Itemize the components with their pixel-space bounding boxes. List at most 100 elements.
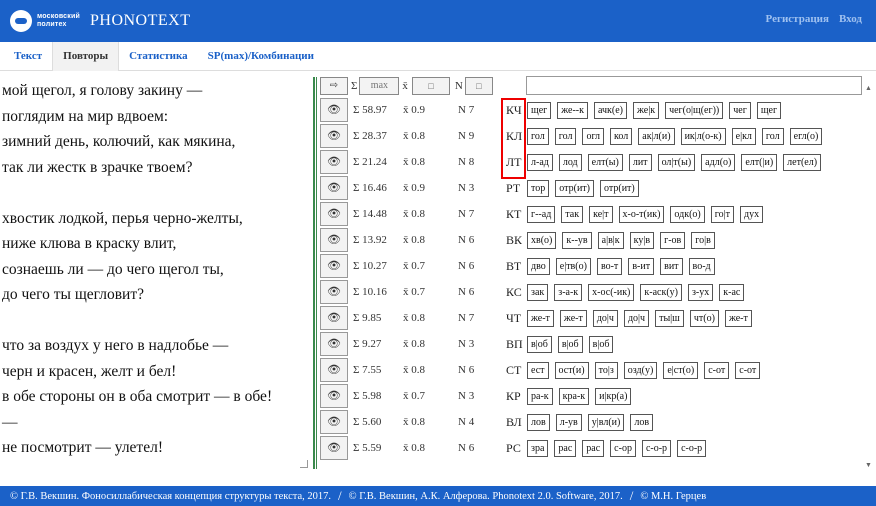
repeat-chip[interactable]: и|кр(а) <box>595 387 632 405</box>
repeat-chip[interactable]: л-ад <box>527 153 553 171</box>
repeat-chip[interactable]: дух <box>739 205 764 223</box>
repeat-chip[interactable]: к-ас <box>719 283 745 301</box>
eye-icon[interactable]: 👁 <box>320 150 348 174</box>
repeat-chip[interactable]: ра-к <box>527 387 553 405</box>
tab-text[interactable]: Текст <box>4 42 52 71</box>
repeat-chip[interactable]: дво <box>527 257 550 275</box>
repeat-chip[interactable]: чег <box>729 101 751 119</box>
n-sort-button[interactable]: □ <box>464 77 493 95</box>
tab-repeats[interactable]: Повторы <box>52 42 120 71</box>
repeat-chip[interactable]: так <box>561 205 584 223</box>
repeat-chip[interactable]: егл(о) <box>789 127 823 145</box>
repeat-chip[interactable]: кол <box>610 127 633 145</box>
repeat-chip[interactable]: к--ув <box>562 231 592 249</box>
repeat-chip[interactable]: ик|л(о-к) <box>680 127 726 145</box>
register-link[interactable]: Регистрация <box>766 13 829 25</box>
repeat-chip[interactable]: рас <box>582 439 605 457</box>
repeat-chip[interactable]: з-ух <box>687 283 714 301</box>
repeat-chip[interactable]: го|т <box>710 205 734 223</box>
repeat-chip[interactable]: г--ад <box>527 205 556 223</box>
tab-statistics[interactable]: Статистика <box>119 42 198 71</box>
repeat-chip[interactable]: лов <box>527 413 550 431</box>
repeat-chip[interactable]: же-т <box>527 309 554 327</box>
eye-icon[interactable]: 👁 <box>320 306 348 330</box>
repeat-chip[interactable]: же--к <box>557 101 588 119</box>
repeat-chip[interactable]: лод <box>558 153 582 171</box>
eye-icon[interactable]: 👁 <box>320 176 348 200</box>
repeat-chip[interactable]: до|ч <box>592 309 618 327</box>
repeat-chip[interactable]: с-ор <box>610 439 636 457</box>
poem-text-area[interactable]: мой щегол, я голову закину — поглядим на … <box>2 78 312 470</box>
repeat-chip[interactable]: во-д <box>688 257 715 275</box>
max-sort-button[interactable]: max <box>359 77 400 95</box>
eye-icon[interactable]: 👁 <box>320 384 348 408</box>
repeat-chip[interactable]: а|в|к <box>597 231 624 249</box>
repeat-chip[interactable]: ты|ш <box>655 309 684 327</box>
repeat-chip[interactable]: г-ов <box>660 231 686 249</box>
repeat-chip[interactable]: с-о-р <box>641 439 672 457</box>
eye-icon[interactable]: 👁 <box>320 436 348 460</box>
repeat-chip[interactable]: то|з <box>594 361 618 379</box>
repeat-chip[interactable]: е|тв(о) <box>555 257 591 275</box>
repeat-chip[interactable]: ест <box>527 361 549 379</box>
repeat-chip[interactable]: елт(|и) <box>741 153 778 171</box>
panel-divider[interactable] <box>313 77 317 469</box>
repeat-chip[interactable]: ку|в <box>629 231 655 249</box>
repeat-chip[interactable]: рас <box>554 439 577 457</box>
tab-sp-max-combinations[interactable]: SP(max)/Комбинации <box>198 42 324 71</box>
eye-icon[interactable]: 👁 <box>320 280 348 304</box>
repeat-chip[interactable]: е|ст(о) <box>663 361 699 379</box>
repeat-chip[interactable]: во-т <box>596 257 623 275</box>
polytech-logo[interactable]: московский политех <box>10 10 80 32</box>
repeat-chip[interactable]: же|к <box>633 101 660 119</box>
repeat-chip[interactable]: с-от <box>735 361 761 379</box>
repeat-chip[interactable]: до|ч <box>623 309 650 327</box>
repeat-chip[interactable]: е|кл <box>731 127 756 145</box>
avg-sort-button[interactable]: □ <box>411 77 450 95</box>
repeat-chip[interactable]: кра-к <box>558 387 590 405</box>
repeat-chip[interactable]: в|об <box>588 335 614 353</box>
app-name[interactable]: PHONOTEXT <box>90 12 191 30</box>
repeat-chip[interactable]: же-т <box>559 309 587 327</box>
login-link[interactable]: Вход <box>839 13 862 25</box>
repeat-chip[interactable]: гол <box>527 127 549 145</box>
repeat-chip[interactable]: зак <box>527 283 549 301</box>
repeat-chip[interactable]: лет(ел) <box>783 153 822 171</box>
repeat-chip[interactable]: ост(и) <box>554 361 589 379</box>
repeat-chip[interactable]: х-ос(-ик) <box>588 283 635 301</box>
repeat-chip[interactable]: ол|т(ы) <box>657 153 696 171</box>
resize-handle[interactable] <box>300 460 308 468</box>
repeat-chip[interactable]: гол <box>761 127 784 145</box>
repeat-chip[interactable]: ак|л(и) <box>638 127 675 145</box>
eye-icon[interactable]: 👁 <box>320 410 348 434</box>
eye-icon[interactable]: 👁 <box>320 124 348 148</box>
repeat-chip[interactable]: озд(у) <box>623 361 658 379</box>
eye-icon[interactable]: 👁 <box>320 202 348 226</box>
repeat-chip[interactable]: елт(ы) <box>587 153 623 171</box>
eye-icon[interactable]: 👁 <box>320 254 348 278</box>
repeat-chip[interactable]: гол <box>554 127 577 145</box>
repeat-chip[interactable]: ке|т <box>589 205 613 223</box>
repeat-chip[interactable]: лит <box>628 153 652 171</box>
repeat-chip[interactable]: огл <box>582 127 605 145</box>
repeat-chip[interactable]: з-а-к <box>554 283 583 301</box>
repeat-chip[interactable]: с-о-р <box>677 439 707 457</box>
repeat-chip[interactable]: в|об <box>557 335 583 353</box>
repeat-chip[interactable]: же-т <box>724 309 752 327</box>
repeat-chip[interactable]: отр(ит) <box>555 179 594 197</box>
repeat-chip[interactable]: к-аск(у) <box>640 283 682 301</box>
repeat-chip[interactable]: чт(о) <box>689 309 719 327</box>
repeat-chip[interactable]: го|в <box>691 231 715 249</box>
repeat-chip[interactable]: в-ит <box>628 257 655 275</box>
repeat-chip[interactable]: у|вл(и) <box>587 413 625 431</box>
repeat-chip[interactable]: щег <box>756 101 782 119</box>
repeat-chip[interactable]: лов <box>630 413 654 431</box>
repeat-chip[interactable]: тор <box>527 179 550 197</box>
repeat-chip[interactable]: чег(о|щ(ег)) <box>665 101 724 119</box>
repeat-chip[interactable]: ачк(е) <box>593 101 628 119</box>
eye-icon[interactable]: 👁 <box>320 358 348 382</box>
repeat-chip[interactable]: одк(о) <box>670 205 705 223</box>
eye-icon[interactable]: 👁 <box>320 332 348 356</box>
eye-icon[interactable]: 👁 <box>320 98 348 122</box>
eye-icon[interactable]: 👁 <box>320 228 348 252</box>
